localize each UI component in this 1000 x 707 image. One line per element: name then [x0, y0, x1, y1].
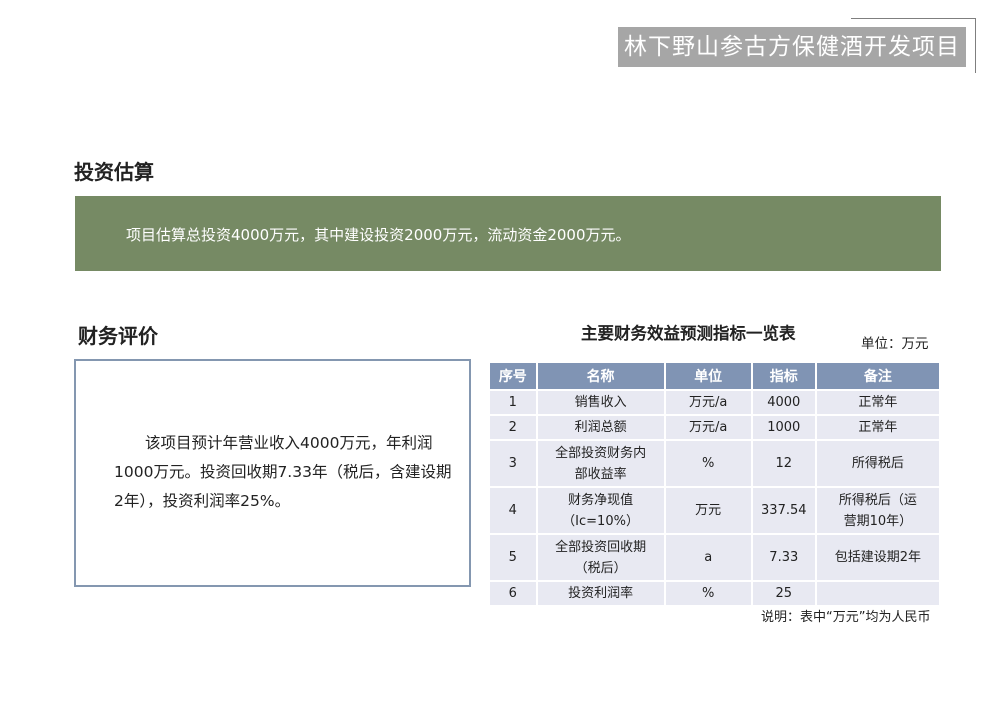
- table-note: 说明：表中“万元”均为人民币: [761, 610, 931, 625]
- table-row: 3 全部投资财务内部收益率 % 12 所得税后: [488, 439, 942, 488]
- cell-remark: 正常年: [814, 389, 942, 416]
- cell-unit: 万元: [663, 486, 753, 535]
- col-header-name: 名称: [535, 361, 666, 391]
- cell-value: 1000: [750, 414, 817, 441]
- finance-panel: 该项目预计年营业收入4000万元，年利润1000万元。投资回收期7.33年（税后…: [74, 359, 471, 587]
- table-header-row: 序号 名称 单位 指标 备注: [488, 361, 942, 391]
- investment-summary-panel: 项目估算总投资4000万元，其中建设投资2000万元，流动资金2000万元。: [75, 196, 941, 271]
- finance-text: 该项目预计年营业收入4000万元，年利润1000万元。投资回收期7.33年（税后…: [114, 434, 452, 510]
- cell-unit: a: [663, 533, 753, 582]
- table-row: 6 投资利润率 % 25: [488, 580, 942, 607]
- cell-value: 25: [750, 580, 817, 607]
- cell-name: 财务净现值（Ic=10%）: [535, 486, 666, 535]
- cell-name: 利润总额: [535, 414, 666, 441]
- cell-remark: [814, 580, 942, 607]
- financial-indicator-table: 序号 名称 单位 指标 备注 1 销售收入 万元/a 4000 正常年 2 利润…: [488, 361, 942, 607]
- cell-name: 全部投资财务内部收益率: [535, 439, 666, 488]
- cell-unit: 万元/a: [663, 414, 753, 441]
- cell-name: 投资利润率: [535, 580, 666, 607]
- cell-unit: 万元/a: [663, 389, 753, 416]
- cell-value: 12: [750, 439, 817, 488]
- table-title: 主要财务效益预测指标一览表: [581, 324, 796, 343]
- table-row: 5 全部投资回收期（税后） a 7.33 包括建设期2年: [488, 533, 942, 582]
- project-title: 林下野山参古方保健酒开发项目: [618, 27, 966, 67]
- cell-remark: 所得税后（运营期10年）: [814, 486, 942, 535]
- table-unit: 单位：万元: [861, 336, 929, 352]
- cell-no: 1: [488, 389, 538, 416]
- cell-name: 全部投资回收期（税后）: [535, 533, 666, 582]
- cell-remark: 所得税后: [814, 439, 942, 488]
- finance-heading: 财务评价: [78, 324, 158, 348]
- cell-no: 3: [488, 439, 538, 488]
- cell-no: 2: [488, 414, 538, 441]
- cell-no: 5: [488, 533, 538, 582]
- cell-remark: 正常年: [814, 414, 942, 441]
- table-row: 2 利润总额 万元/a 1000 正常年: [488, 414, 942, 441]
- cell-value: 337.54: [750, 486, 817, 535]
- investment-summary-text: 项目估算总投资4000万元，其中建设投资2000万元，流动资金2000万元。: [126, 226, 631, 244]
- cell-no: 6: [488, 580, 538, 607]
- table-row: 4 财务净现值（Ic=10%） 万元 337.54 所得税后（运营期10年）: [488, 486, 942, 535]
- cell-unit: %: [663, 580, 753, 607]
- table-row: 1 销售收入 万元/a 4000 正常年: [488, 389, 942, 416]
- cell-name: 销售收入: [535, 389, 666, 416]
- cell-value: 4000: [750, 389, 817, 416]
- cell-unit: %: [663, 439, 753, 488]
- col-header-unit: 单位: [663, 361, 753, 391]
- corner-line-horizontal: [851, 18, 975, 19]
- col-header-remark: 备注: [814, 361, 942, 391]
- corner-line-vertical: [975, 18, 976, 73]
- cell-no: 4: [488, 486, 538, 535]
- col-header-value: 指标: [750, 361, 817, 391]
- cell-value: 7.33: [750, 533, 817, 582]
- col-header-no: 序号: [488, 361, 538, 391]
- cell-remark: 包括建设期2年: [814, 533, 942, 582]
- investment-heading: 投资估算: [74, 160, 154, 184]
